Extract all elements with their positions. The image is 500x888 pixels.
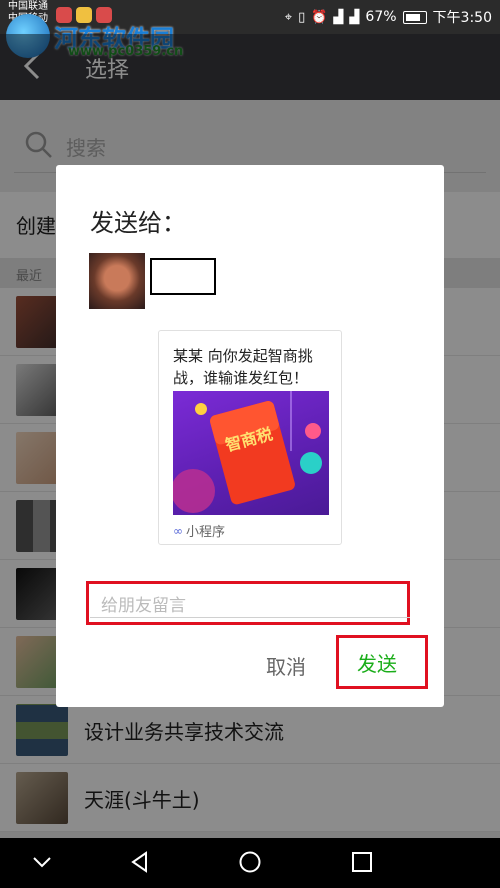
card-footer-label: 小程序 bbox=[186, 525, 226, 540]
message-underline bbox=[90, 617, 410, 618]
clock: 下午3:50 bbox=[432, 10, 492, 26]
send-button-label: 发送 bbox=[357, 652, 397, 676]
battery-percent: 67% bbox=[365, 9, 397, 25]
recipient-name-redacted bbox=[150, 258, 216, 295]
system-nav-bar bbox=[0, 838, 500, 888]
signal-icon: ▟ bbox=[333, 9, 344, 25]
card-image: 智商税 bbox=[173, 391, 329, 515]
message-placeholder: 给朋友留言 bbox=[101, 596, 186, 616]
vibrate-icon: ▯ bbox=[298, 9, 306, 25]
carrier-1: 中国联通 bbox=[8, 1, 48, 12]
nav-back-icon[interactable] bbox=[128, 850, 152, 874]
share-dialog: 发送给： 某某 向你发起智商挑战，谁输谁发红包！ 智商税 ∞ 小程序 给朋友留言… bbox=[56, 165, 444, 707]
card-message: 某某 向你发起智商挑战，谁输谁发红包！ bbox=[173, 347, 313, 387]
cancel-button[interactable]: 取消 bbox=[266, 651, 306, 680]
mini-program-icon: ∞ bbox=[173, 523, 183, 538]
mini-program-card: 某某 向你发起智商挑战，谁输谁发红包！ 智商税 ∞ 小程序 bbox=[158, 330, 342, 545]
alarm-icon: ⏰ bbox=[311, 9, 328, 25]
nav-home-icon[interactable] bbox=[238, 850, 262, 874]
recipient-avatar bbox=[89, 253, 145, 309]
battery-icon bbox=[402, 10, 427, 24]
send-button[interactable]: 发送 bbox=[336, 635, 428, 689]
message-input[interactable]: 给朋友留言 bbox=[86, 581, 410, 625]
status-icons: ⌖ ▯ ⏰ ▟ ▟ 67% 下午3:50 bbox=[285, 7, 492, 27]
hide-nav-icon[interactable] bbox=[30, 850, 54, 874]
dialog-title: 发送给： bbox=[90, 209, 186, 237]
red-envelope-illustration: 智商税 bbox=[173, 391, 322, 513]
card-footer: ∞ 小程序 bbox=[173, 521, 226, 541]
nav-recents-icon[interactable] bbox=[350, 850, 374, 874]
location-icon: ⌖ bbox=[284, 9, 293, 25]
signal-4g-icon: ▟ bbox=[349, 9, 360, 25]
